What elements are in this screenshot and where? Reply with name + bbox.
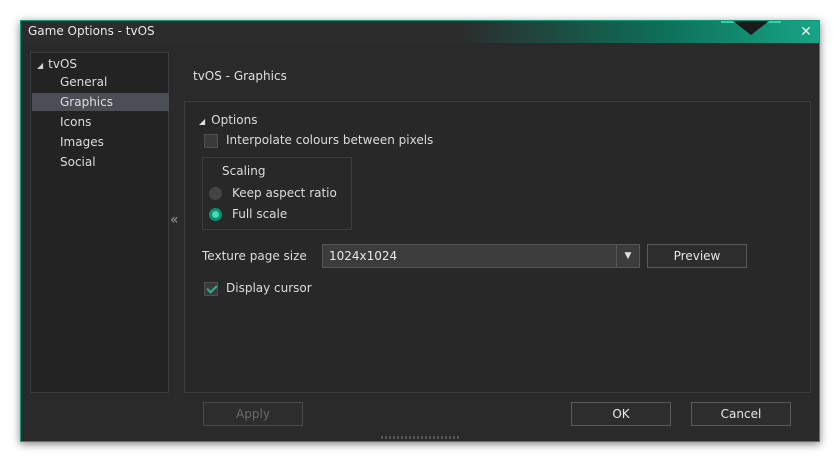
apply-button[interactable]: Apply	[203, 402, 303, 426]
sidebar-item-general[interactable]: General	[32, 73, 169, 91]
sidebar-item-social[interactable]: Social	[32, 153, 169, 171]
double-chevron-left-icon[interactable]: «	[170, 212, 179, 228]
close-icon[interactable]: ✕	[797, 23, 815, 41]
full-scale-label: Full scale	[232, 207, 288, 221]
sidebar-item-icons[interactable]: Icons	[32, 113, 169, 131]
options-header[interactable]: ◢ Options	[199, 113, 257, 127]
collapse-triangle-icon[interactable]: ◢	[199, 117, 205, 126]
sidebar-item-graphics[interactable]: Graphics	[32, 93, 169, 111]
sidebar-item-label: Icons	[60, 115, 92, 129]
sidebar-item-label: Images	[60, 135, 104, 149]
interpolate-checkbox-row[interactable]: Interpolate colours between pixels	[204, 132, 433, 150]
tree-root-tvos[interactable]: ◢ tvOS	[37, 55, 77, 73]
game-options-window: Game Options - tvOS ✕ ◢ tvOS General Grap…	[20, 20, 820, 442]
sidebar-item-images[interactable]: Images	[32, 133, 169, 151]
full-scale-radio[interactable]	[209, 208, 222, 221]
title-bar[interactable]: Game Options - tvOS ✕	[21, 21, 819, 43]
preview-button[interactable]: Preview	[647, 244, 747, 268]
texture-page-size-value: 1024x1024	[329, 249, 398, 263]
chevron-down-icon[interactable]: ▼	[616, 245, 639, 267]
resize-grip[interactable]	[381, 436, 459, 439]
display-cursor-checkbox-row[interactable]: Display cursor	[204, 280, 312, 298]
cancel-button[interactable]: Cancel	[691, 402, 791, 426]
texture-page-size-label: Texture page size	[202, 249, 307, 263]
tree-expand-icon[interactable]: ◢	[37, 61, 43, 70]
keep-aspect-ratio-radio[interactable]	[209, 187, 222, 200]
interpolate-label: Interpolate colours between pixels	[226, 133, 434, 147]
sidebar-item-label: Graphics	[60, 95, 113, 109]
keep-aspect-ratio-radio-row[interactable]: Keep aspect ratio	[209, 184, 337, 202]
sidebar-tree: ◢ tvOS General Graphics Icons Images Soci…	[30, 52, 169, 393]
section-title: tvOS - Graphics	[193, 69, 287, 83]
options-header-label: Options	[211, 113, 258, 127]
window-title: Game Options - tvOS	[28, 24, 155, 38]
keep-aspect-ratio-label: Keep aspect ratio	[232, 186, 337, 200]
title-notch	[733, 21, 769, 35]
texture-page-size-dropdown[interactable]: 1024x1024 ▼	[322, 244, 640, 268]
full-scale-radio-row[interactable]: Full scale	[209, 205, 287, 223]
tree-root-label: tvOS	[48, 57, 78, 71]
sidebar-item-label: Social	[60, 155, 96, 169]
interpolate-checkbox[interactable]	[204, 133, 218, 148]
display-cursor-checkbox[interactable]	[204, 281, 218, 296]
display-cursor-label: Display cursor	[226, 281, 312, 295]
scaling-title: Scaling	[222, 164, 266, 178]
ok-button[interactable]: OK	[571, 402, 671, 426]
sidebar-item-label: General	[60, 75, 108, 89]
scaling-group: Scaling Keep aspect ratio Full scale	[202, 157, 352, 230]
graphics-options-panel: ◢ Options Interpolate colours between pix…	[184, 101, 811, 393]
